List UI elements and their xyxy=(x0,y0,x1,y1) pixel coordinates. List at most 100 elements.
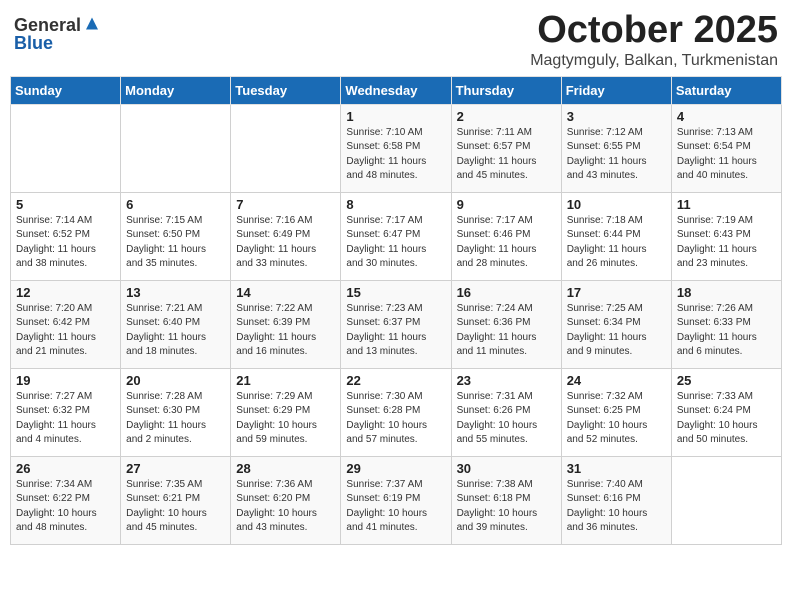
day-info: Sunrise: 7:10 AM Sunset: 6:58 PM Dayligh… xyxy=(346,126,445,184)
day-number: 12 xyxy=(16,285,115,300)
day-number: 16 xyxy=(457,285,556,300)
calendar-cell: 13 Sunrise: 7:21 AM Sunset: 6:40 PM Dayli… xyxy=(121,280,231,368)
day-info: Sunrise: 7:26 AM Sunset: 6:33 PM Dayligh… xyxy=(677,302,776,360)
day-number: 20 xyxy=(126,373,225,388)
day-number: 4 xyxy=(677,109,776,124)
logo-blue-text: Blue xyxy=(14,34,53,52)
calendar-cell: 25 Sunrise: 7:33 AM Sunset: 6:24 PM Dayli… xyxy=(671,368,781,456)
day-info: Sunrise: 7:12 AM Sunset: 6:55 PM Dayligh… xyxy=(567,126,666,184)
day-info: Sunrise: 7:22 AM Sunset: 6:39 PM Dayligh… xyxy=(236,302,335,360)
calendar-cell: 30 Sunrise: 7:38 AM Sunset: 6:18 PM Dayli… xyxy=(451,456,561,544)
calendar-cell: 2Sunrise: 7:11 AM Sunset: 6:57 PM Daylig… xyxy=(451,104,561,192)
calendar-title: October 2025 xyxy=(530,10,778,52)
day-info: Sunrise: 7:18 AM Sunset: 6:44 PM Dayligh… xyxy=(567,214,666,272)
day-number: 25 xyxy=(677,373,776,388)
day-number: 9 xyxy=(457,197,556,212)
page-header: General Blue October 2025 Magtymguly, Ba… xyxy=(10,10,782,70)
logo-general-text: General xyxy=(14,16,81,34)
day-info: Sunrise: 7:16 AM Sunset: 6:49 PM Dayligh… xyxy=(236,214,335,272)
day-number: 19 xyxy=(16,373,115,388)
day-number: 1 xyxy=(346,109,445,124)
calendar-cell xyxy=(231,104,341,192)
calendar-week-row: 1 Sunrise: 7:10 AM Sunset: 6:58 PM Daylig… xyxy=(11,104,782,192)
day-info: Sunrise: 7:11 AM Sunset: 6:57 PM Dayligh… xyxy=(457,126,556,184)
day-info: Sunrise: 7:13 AM Sunset: 6:54 PM Dayligh… xyxy=(677,126,776,184)
calendar-cell: 3 Sunrise: 7:12 AM Sunset: 6:55 PM Daylig… xyxy=(561,104,671,192)
day-number: 3 xyxy=(567,109,666,124)
calendar-cell: 6Sunrise: 7:15 AM Sunset: 6:50 PM Daylig… xyxy=(121,192,231,280)
day-info: Sunrise: 7:27 AM Sunset: 6:32 PM Dayligh… xyxy=(16,390,115,448)
header-tuesday: Tuesday xyxy=(231,76,341,104)
calendar-cell: 10 Sunrise: 7:18 AM Sunset: 6:44 PM Dayli… xyxy=(561,192,671,280)
calendar-cell: 1 Sunrise: 7:10 AM Sunset: 6:58 PM Daylig… xyxy=(341,104,451,192)
day-number: 13 xyxy=(126,285,225,300)
header-monday: Monday xyxy=(121,76,231,104)
calendar-cell: 23 Sunrise: 7:31 AM Sunset: 6:26 PM Dayli… xyxy=(451,368,561,456)
day-info: Sunrise: 7:38 AM Sunset: 6:18 PM Dayligh… xyxy=(457,478,556,536)
logo: General Blue xyxy=(14,16,101,52)
calendar-cell: 14 Sunrise: 7:22 AM Sunset: 6:39 PM Dayli… xyxy=(231,280,341,368)
day-info: Sunrise: 7:17 AM Sunset: 6:46 PM Dayligh… xyxy=(457,214,556,272)
calendar-cell: 22Sunrise: 7:30 AM Sunset: 6:28 PM Dayli… xyxy=(341,368,451,456)
calendar-cell: 7Sunrise: 7:16 AM Sunset: 6:49 PM Daylig… xyxy=(231,192,341,280)
header-saturday: Saturday xyxy=(671,76,781,104)
calendar-cell: 5 Sunrise: 7:14 AM Sunset: 6:52 PM Daylig… xyxy=(11,192,121,280)
calendar-week-row: 12 Sunrise: 7:20 AM Sunset: 6:42 PM Dayli… xyxy=(11,280,782,368)
day-info: Sunrise: 7:19 AM Sunset: 6:43 PM Dayligh… xyxy=(677,214,776,272)
calendar-cell: 21 Sunrise: 7:29 AM Sunset: 6:29 PM Dayli… xyxy=(231,368,341,456)
day-number: 30 xyxy=(457,461,556,476)
logo-icon xyxy=(83,16,101,34)
day-number: 15 xyxy=(346,285,445,300)
calendar-cell: 15 Sunrise: 7:23 AM Sunset: 6:37 PM Dayli… xyxy=(341,280,451,368)
day-info: Sunrise: 7:33 AM Sunset: 6:24 PM Dayligh… xyxy=(677,390,776,448)
calendar-cell: 20Sunrise: 7:28 AM Sunset: 6:30 PM Dayli… xyxy=(121,368,231,456)
calendar-cell xyxy=(11,104,121,192)
calendar-cell: 16Sunrise: 7:24 AM Sunset: 6:36 PM Dayli… xyxy=(451,280,561,368)
calendar-location: Magtymguly, Balkan, Turkmenistan xyxy=(530,52,778,70)
header-friday: Friday xyxy=(561,76,671,104)
calendar-cell: 17Sunrise: 7:25 AM Sunset: 6:34 PM Dayli… xyxy=(561,280,671,368)
day-number: 28 xyxy=(236,461,335,476)
day-info: Sunrise: 7:23 AM Sunset: 6:37 PM Dayligh… xyxy=(346,302,445,360)
calendar-cell: 27 Sunrise: 7:35 AM Sunset: 6:21 PM Dayli… xyxy=(121,456,231,544)
day-number: 8 xyxy=(346,197,445,212)
day-info: Sunrise: 7:31 AM Sunset: 6:26 PM Dayligh… xyxy=(457,390,556,448)
day-info: Sunrise: 7:37 AM Sunset: 6:19 PM Dayligh… xyxy=(346,478,445,536)
calendar-week-row: 26 Sunrise: 7:34 AM Sunset: 6:22 PM Dayli… xyxy=(11,456,782,544)
calendar-week-row: 19 Sunrise: 7:27 AM Sunset: 6:32 PM Dayli… xyxy=(11,368,782,456)
day-number: 5 xyxy=(16,197,115,212)
day-info: Sunrise: 7:34 AM Sunset: 6:22 PM Dayligh… xyxy=(16,478,115,536)
day-info: Sunrise: 7:15 AM Sunset: 6:50 PM Dayligh… xyxy=(126,214,225,272)
day-info: Sunrise: 7:35 AM Sunset: 6:21 PM Dayligh… xyxy=(126,478,225,536)
day-number: 10 xyxy=(567,197,666,212)
day-number: 23 xyxy=(457,373,556,388)
calendar-cell xyxy=(671,456,781,544)
calendar-cell: 28Sunrise: 7:36 AM Sunset: 6:20 PM Dayli… xyxy=(231,456,341,544)
day-number: 31 xyxy=(567,461,666,476)
day-info: Sunrise: 7:21 AM Sunset: 6:40 PM Dayligh… xyxy=(126,302,225,360)
calendar-cell: 8Sunrise: 7:17 AM Sunset: 6:47 PM Daylig… xyxy=(341,192,451,280)
calendar-cell xyxy=(121,104,231,192)
title-block: October 2025 Magtymguly, Balkan, Turkmen… xyxy=(530,10,778,70)
calendar-table: SundayMondayTuesdayWednesdayThursdayFrid… xyxy=(10,76,782,545)
calendar-week-row: 5 Sunrise: 7:14 AM Sunset: 6:52 PM Daylig… xyxy=(11,192,782,280)
day-number: 26 xyxy=(16,461,115,476)
calendar-cell: 9 Sunrise: 7:17 AM Sunset: 6:46 PM Daylig… xyxy=(451,192,561,280)
calendar-cell: 11 Sunrise: 7:19 AM Sunset: 6:43 PM Dayli… xyxy=(671,192,781,280)
day-info: Sunrise: 7:30 AM Sunset: 6:28 PM Dayligh… xyxy=(346,390,445,448)
calendar-cell: 26 Sunrise: 7:34 AM Sunset: 6:22 PM Dayli… xyxy=(11,456,121,544)
day-number: 14 xyxy=(236,285,335,300)
day-info: Sunrise: 7:14 AM Sunset: 6:52 PM Dayligh… xyxy=(16,214,115,272)
day-info: Sunrise: 7:29 AM Sunset: 6:29 PM Dayligh… xyxy=(236,390,335,448)
day-number: 21 xyxy=(236,373,335,388)
day-number: 29 xyxy=(346,461,445,476)
calendar-cell: 24Sunrise: 7:32 AM Sunset: 6:25 PM Dayli… xyxy=(561,368,671,456)
day-info: Sunrise: 7:20 AM Sunset: 6:42 PM Dayligh… xyxy=(16,302,115,360)
day-number: 11 xyxy=(677,197,776,212)
day-number: 27 xyxy=(126,461,225,476)
header-wednesday: Wednesday xyxy=(341,76,451,104)
day-number: 18 xyxy=(677,285,776,300)
calendar-cell: 31Sunrise: 7:40 AM Sunset: 6:16 PM Dayli… xyxy=(561,456,671,544)
day-info: Sunrise: 7:25 AM Sunset: 6:34 PM Dayligh… xyxy=(567,302,666,360)
header-sunday: Sunday xyxy=(11,76,121,104)
